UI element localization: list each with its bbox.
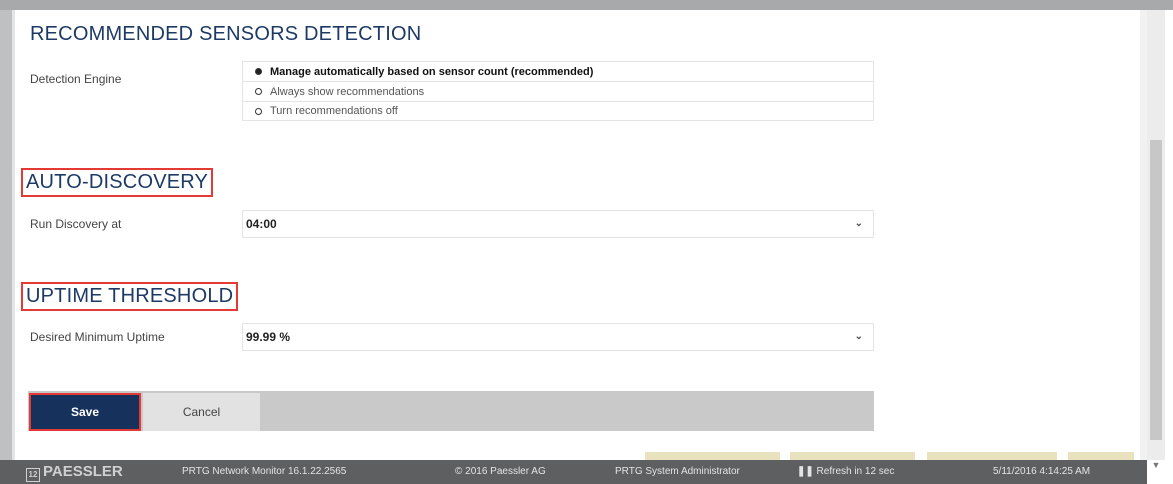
cancel-button[interactable]: Cancel	[143, 393, 260, 431]
refresh-countdown: Refresh in 12 sec	[816, 466, 895, 477]
product-version: PRTG Network Monitor 16.1.22.2565	[182, 466, 347, 477]
chevron-down-icon[interactable]: ⌄	[855, 218, 863, 229]
right-gutter	[1140, 10, 1147, 460]
detection-engine-label: Detection Engine	[30, 72, 122, 86]
status-footer	[0, 460, 1147, 484]
radio-option-manage-automatically[interactable]: Manage automatically based on sensor cou…	[242, 61, 874, 81]
radio-unselected-icon[interactable]	[255, 88, 262, 95]
run-discovery-label: Run Discovery at	[30, 217, 122, 231]
radio-option-label: Always show recommendations	[270, 85, 425, 98]
save-button[interactable]: Save	[29, 393, 141, 431]
current-datetime: 5/11/2016 4:14:25 AM	[993, 466, 1091, 477]
desired-uptime-select[interactable]: 99.99 % ⌄	[242, 323, 874, 351]
current-user[interactable]: PRTG System Administrator	[615, 460, 740, 484]
run-discovery-select[interactable]: 04:00 ⌄	[242, 210, 874, 238]
paessler-logo[interactable]: 12 PAESSLER	[26, 460, 123, 484]
refresh-status[interactable]: ❚❚ Refresh in 12 sec	[797, 460, 894, 484]
desired-uptime-label: Desired Minimum Uptime	[30, 330, 165, 344]
chevron-down-icon[interactable]: ⌄	[855, 331, 863, 342]
radio-option-label: Turn recommendations off	[270, 105, 398, 117]
window-top-border	[0, 0, 1173, 10]
radio-option-always-show[interactable]: Always show recommendations	[242, 81, 874, 101]
left-panel-edge	[0, 10, 12, 460]
detection-engine-radio-group: Manage automatically based on sensor cou…	[242, 61, 874, 121]
run-discovery-value: 04:00	[246, 217, 277, 231]
radio-option-turn-off[interactable]: Turn recommendations off	[242, 101, 874, 121]
scrollbar-thumb[interactable]	[1150, 140, 1162, 440]
radio-option-label: Manage automatically based on sensor cou…	[270, 65, 594, 78]
recommended-sensors-title: RECOMMENDED SENSORS DETECTION	[30, 23, 422, 45]
paessler-logo-mark-icon: 12	[26, 468, 40, 482]
radio-unselected-icon[interactable]	[255, 107, 262, 115]
logo-text: PAESSLER	[43, 463, 123, 480]
radio-selected-icon[interactable]	[255, 68, 262, 75]
scroll-down-arrow-icon[interactable]: ▼	[1148, 458, 1164, 472]
pause-icon[interactable]: ❚❚	[797, 466, 817, 477]
auto-discovery-title: AUTO-DISCOVERY	[21, 168, 214, 197]
left-panel-edge-inner	[12, 10, 15, 460]
desired-uptime-value: 99.99 %	[246, 330, 291, 344]
copyright[interactable]: © 2016 Paessler AG	[455, 460, 546, 484]
uptime-threshold-title: UPTIME THRESHOLD	[21, 282, 239, 311]
